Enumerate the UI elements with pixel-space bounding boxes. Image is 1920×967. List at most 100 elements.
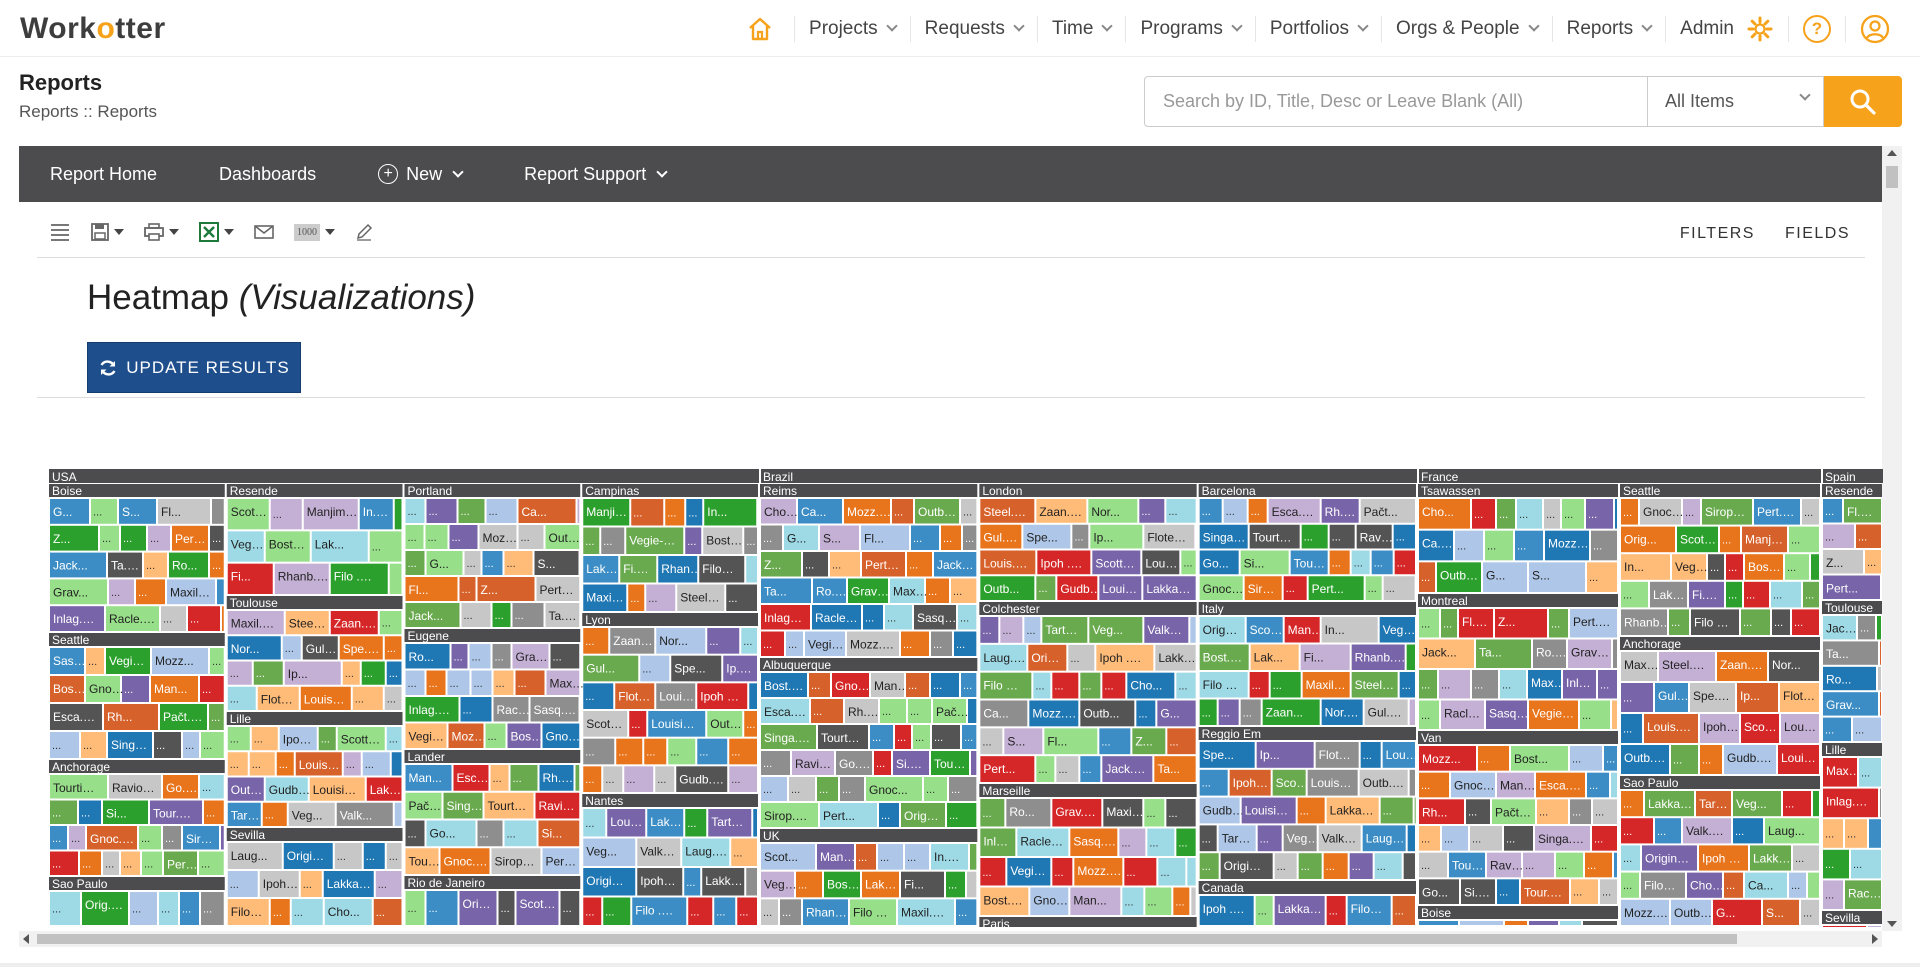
heatmap-cell[interactable] [1877, 616, 1881, 640]
nav-projects[interactable]: Projects [794, 15, 910, 42]
search-input[interactable]: Search by ID, Title, Desc or Leave Blank… [1144, 76, 1648, 127]
cell-label: Gudb.… [679, 772, 724, 786]
workotter-logo[interactable]: Workotter [20, 12, 166, 46]
fields-button[interactable]: FIELDS [1785, 225, 1850, 243]
heatmap-cell[interactable] [1191, 887, 1196, 916]
breadcrumb[interactable]: Reports :: Reports [19, 102, 157, 122]
heatmap-cell[interactable] [1409, 769, 1415, 796]
region-label: Eugene [408, 629, 450, 643]
heatmap-cell[interactable] [1612, 700, 1617, 730]
nav-requests[interactable]: Requests [909, 15, 1037, 42]
heatmap-cell[interactable] [1407, 825, 1415, 852]
heatmap-cell[interactable] [749, 683, 757, 709]
cell-label: Filo… [1351, 902, 1382, 916]
help-button[interactable]: ? [1788, 14, 1845, 43]
heatmap-cell[interactable] [1614, 852, 1617, 878]
heatmap-cell[interactable] [1409, 699, 1415, 726]
heatmap-cell[interactable] [1460, 921, 1503, 925]
save-menu-button[interactable] [91, 223, 124, 241]
heatmap-cell[interactable] [968, 699, 977, 723]
list-view-button[interactable] [49, 222, 71, 242]
heatmap-cell[interactable] [577, 499, 580, 523]
heatmap-cell[interactable] [1880, 788, 1881, 818]
heatmap-cell[interactable] [1505, 921, 1527, 925]
nav-programs[interactable]: Programs [1125, 15, 1254, 42]
cell-label: ... [141, 833, 150, 845]
heatmap-cell[interactable] [1560, 921, 1581, 925]
cell-label: ... [1573, 887, 1582, 899]
heatmap-cell[interactable] [1611, 772, 1617, 798]
cell-label: Ca... [801, 505, 826, 519]
heatmap-cell[interactable] [394, 499, 402, 530]
heatmap-cell[interactable] [1406, 644, 1415, 671]
heatmap-cell[interactable] [1615, 499, 1617, 529]
cell-label: Tou… [1452, 859, 1483, 873]
email-button[interactable] [254, 224, 274, 240]
nav-admin[interactable]: Admin [1665, 15, 1788, 42]
heatmap-cell[interactable] [394, 802, 402, 826]
scroll-left-icon[interactable] [23, 934, 29, 944]
heatmap-cell[interactable] [1878, 666, 1881, 691]
heatmap-cell[interactable] [970, 844, 977, 870]
heatmap-cell[interactable] [1813, 791, 1819, 817]
nav-label: Time [1051, 17, 1094, 39]
nav-portfolios[interactable]: Portfolios [1254, 15, 1381, 42]
update-results-button[interactable]: UPDATE RESULTS [87, 342, 301, 393]
heatmap-cell[interactable] [1190, 617, 1196, 643]
heatmap-cell[interactable] [1811, 554, 1819, 580]
cell-label: Loui… [1102, 582, 1137, 596]
heatmap-cell[interactable] [746, 556, 757, 583]
scroll-up-icon[interactable] [1887, 150, 1897, 156]
heatmap-cell[interactable] [1583, 921, 1617, 925]
home-icon[interactable] [732, 16, 794, 42]
nav-orgs-people[interactable]: Orgs & People [1381, 15, 1552, 42]
heatmap-cell[interactable] [1187, 858, 1196, 886]
user-menu-button[interactable] [1845, 14, 1904, 43]
excel-export-button[interactable] [199, 222, 234, 242]
heatmap-treemap[interactable]: USA Brazil France Spain Boise G...... S... Fl..… [49, 469, 1883, 927]
heatmap-cell[interactable] [1613, 639, 1617, 669]
new-menu[interactable]: + New [347, 164, 493, 185]
heatmap-cell[interactable] [1880, 692, 1881, 716]
cell-label: ... [1183, 557, 1192, 569]
heatmap-cell[interactable] [746, 868, 757, 896]
heatmap-cell[interactable] [753, 809, 757, 837]
heatmap-cell[interactable] [1808, 872, 1819, 898]
heatmap-cell[interactable] [391, 752, 402, 776]
cell-label: ... [1558, 860, 1567, 872]
heatmap-cell[interactable] [1419, 921, 1458, 925]
heatmap-cell[interactable] [575, 765, 580, 791]
nav-time[interactable]: Time [1036, 15, 1126, 42]
scroll-thumb[interactable] [1886, 166, 1898, 188]
page-size-menu[interactable]: 1000 [294, 223, 335, 241]
heatmap-cell[interactable] [1880, 641, 1881, 665]
heatmap-cell[interactable] [389, 563, 402, 594]
horizontal-scrollbar[interactable] [19, 931, 1882, 947]
edit-button[interactable] [355, 223, 373, 241]
vertical-scrollbar[interactable] [1882, 146, 1902, 931]
heatmap-cell[interactable] [971, 751, 977, 775]
filters-button[interactable]: FILTERS [1680, 225, 1755, 243]
heatmap-cell[interactable] [212, 499, 224, 524]
heatmap-cell[interactable] [1403, 853, 1415, 879]
heatmap-cell[interactable] [221, 826, 224, 850]
dashboards-link[interactable]: Dashboards [188, 164, 347, 185]
nav-reports[interactable]: Reports [1551, 15, 1666, 42]
heatmap-cell[interactable] [1868, 926, 1881, 927]
scroll-down-icon[interactable] [1887, 921, 1897, 927]
report-home-link[interactable]: Report Home [19, 164, 188, 185]
heatmap-cell[interactable] [1869, 819, 1881, 848]
scroll-right-icon[interactable] [1872, 934, 1878, 944]
heatmap-cell[interactable] [1414, 797, 1416, 824]
heatmap-cell[interactable] [217, 579, 224, 605]
print-menu-button[interactable] [144, 223, 179, 241]
cell-label: Laug... [1768, 824, 1805, 838]
heatmap-cell[interactable] [222, 606, 224, 631]
heatmap-cell[interactable] [1529, 921, 1558, 925]
search-scope-select[interactable]: All Items [1647, 76, 1824, 127]
heatmap-cell[interactable] [1823, 926, 1866, 927]
scroll-thumb[interactable] [37, 934, 1737, 944]
heatmap-cell[interactable] [967, 871, 977, 898]
report-support-menu[interactable]: Report Support [493, 164, 697, 185]
search-button[interactable] [1824, 76, 1902, 127]
